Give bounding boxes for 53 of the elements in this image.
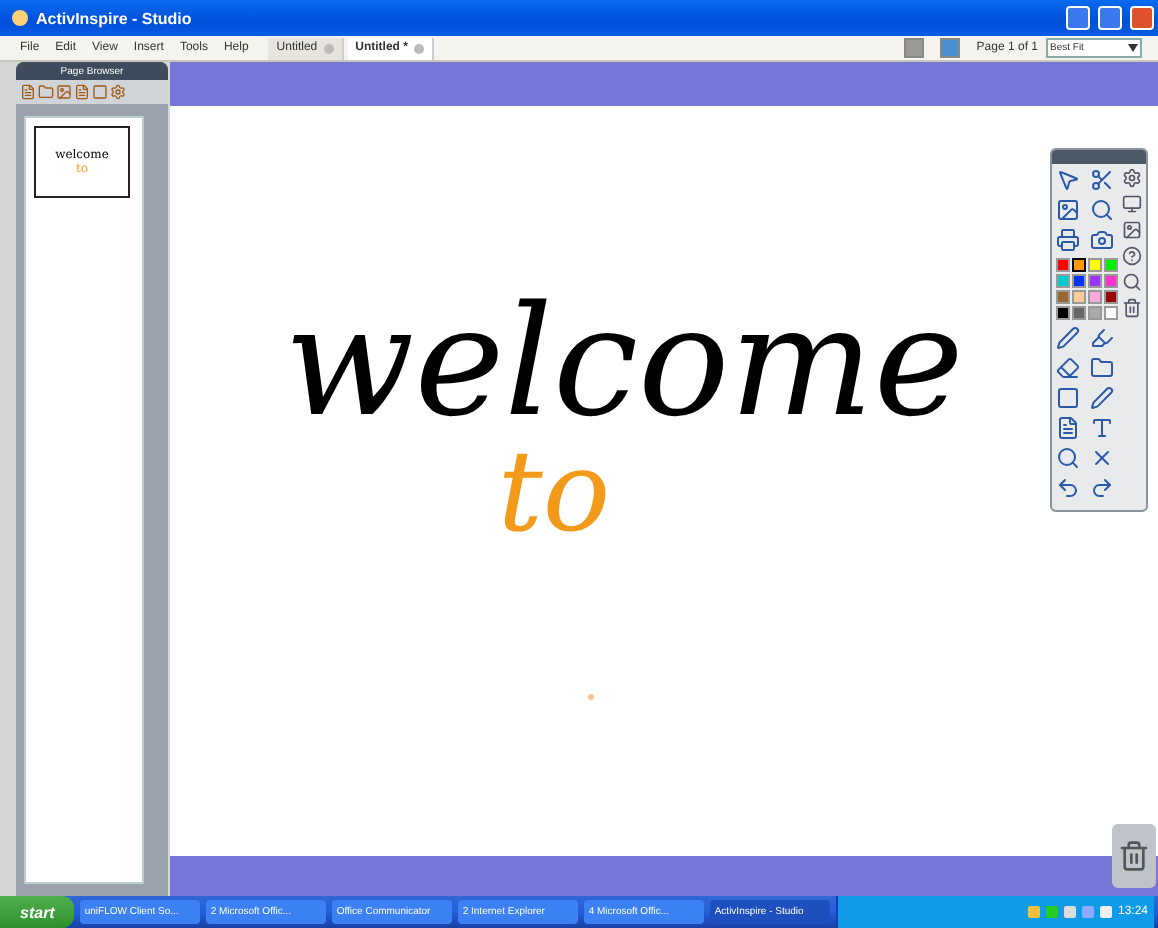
color-swatch[interactable] [1104, 306, 1118, 320]
color-swatch[interactable] [1088, 290, 1102, 304]
color-swatch[interactable] [1056, 274, 1070, 288]
image-icon[interactable] [1122, 220, 1142, 240]
restore-button[interactable] [1098, 6, 1122, 30]
toolbar-icon[interactable] [56, 84, 72, 100]
color-swatch[interactable] [1072, 306, 1086, 320]
handwritten-text: to [497, 438, 611, 550]
color-swatch[interactable] [1056, 290, 1070, 304]
eraser-icon[interactable] [1056, 356, 1084, 380]
camera-icon[interactable] [1090, 228, 1118, 252]
toolbar-icon[interactable] [74, 84, 90, 100]
toolbar-icon[interactable] [110, 84, 126, 100]
help-icon[interactable] [1122, 246, 1142, 266]
screen-icon[interactable] [940, 38, 961, 58]
pen-icon[interactable] [1056, 326, 1084, 350]
handwritten-text: welcome [284, 286, 964, 438]
gear-icon[interactable] [1122, 168, 1142, 188]
trash-button[interactable] [1112, 824, 1156, 888]
pointer-icon[interactable] [1056, 168, 1084, 192]
grid-icon[interactable] [904, 38, 925, 58]
color-swatch[interactable] [1104, 274, 1118, 288]
color-swatch[interactable] [1072, 274, 1086, 288]
color-swatch[interactable] [1104, 290, 1118, 304]
highlighter-icon[interactable] [1090, 326, 1118, 350]
pen-icon[interactable] [1090, 386, 1118, 410]
magnifier-icon[interactable] [1090, 198, 1118, 222]
ink-dot [588, 694, 594, 700]
color-swatch[interactable] [1072, 258, 1086, 272]
image-icon[interactable] [1056, 198, 1084, 222]
close-button[interactable] [1130, 6, 1154, 30]
color-swatch[interactable] [1088, 274, 1102, 288]
color-swatch[interactable] [1104, 258, 1118, 272]
window-title: ActivInspire - Studio [36, 9, 194, 27]
trash-icon [1118, 840, 1150, 872]
caret-icon [1128, 44, 1138, 52]
toolbar-icon[interactable] [20, 84, 36, 100]
toolbar-icon[interactable] [92, 84, 108, 100]
color-swatch[interactable] [1072, 290, 1086, 304]
color-swatch[interactable] [1056, 258, 1070, 272]
search-icon[interactable] [1056, 446, 1084, 470]
folder-icon[interactable] [1090, 356, 1118, 380]
monitor-icon[interactable] [1122, 194, 1142, 214]
app-icon [12, 10, 28, 26]
toolbar-icon[interactable] [38, 84, 54, 100]
color-swatch[interactable] [1088, 306, 1102, 320]
minimize-button[interactable] [1066, 6, 1090, 30]
color-swatch[interactable] [1088, 258, 1102, 272]
printer-icon[interactable] [1056, 228, 1084, 252]
search-icon[interactable] [1122, 272, 1142, 292]
square-icon[interactable] [1056, 386, 1084, 410]
trash-icon[interactable] [1122, 298, 1142, 318]
color-swatch[interactable] [1056, 306, 1070, 320]
